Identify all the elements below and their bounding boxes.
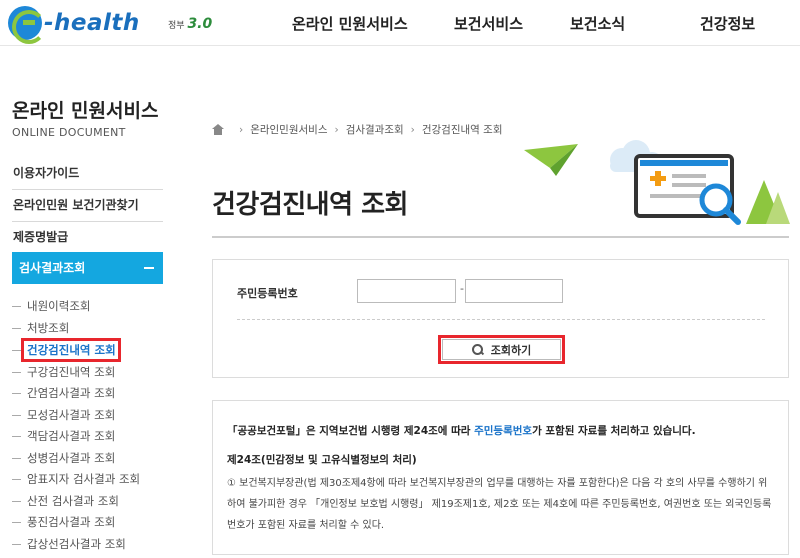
sidebar-title: 온라인 민원서비스 [12, 100, 159, 122]
sidebar-subitem-maternal[interactable]: 모성검사결과 조회 [12, 407, 115, 423]
notice-intro-post: 가 포함된 자료를 처리하고 있습니다. [532, 425, 696, 437]
notice-heading: 제24조(민감정보 및 고유식별정보의 처리) [227, 454, 417, 466]
header-illustration [524, 140, 790, 225]
subitem-label: 산전 검사결과 조회 [27, 494, 119, 508]
sidebar-item-label: 검사결과조회 [19, 261, 86, 275]
search-form: 주민등록번호 - 조회하기 [212, 259, 789, 378]
dash-icon [12, 328, 21, 329]
resident-number-separator: - [460, 282, 464, 295]
site-header: -health 정부 3.0 온라인 민원서비스 보건서비스 보건소식 건강정보 [0, 0, 800, 46]
subitem-label: 간염검사결과 조회 [27, 386, 116, 400]
sidebar-subitem-thyroid[interactable]: 갑상선검사결과 조회 [12, 536, 126, 552]
privacy-notice: 「공공보건포털」은 지역보건법 시행령 제24조에 따라 주민등록번호가 포함된… [212, 400, 789, 555]
search-button-inner: 조회하기 [442, 339, 561, 360]
page-title: 건강검진내역 조회 [212, 190, 408, 220]
title-divider [212, 236, 789, 238]
sidebar-subitem-hepatitis[interactable]: 간염검사결과 조회 [12, 385, 115, 401]
nav-health-info[interactable]: 건강정보 [700, 0, 755, 46]
dash-icon [12, 544, 21, 545]
subitem-label: 내원이력조회 [27, 299, 91, 313]
subitem-label: 갑상선검사결과 조회 [27, 537, 126, 551]
nav-online-service[interactable]: 온라인 민원서비스 [292, 0, 408, 46]
subitem-label: 구강검진내역 조회 [27, 365, 116, 379]
dash-icon [12, 458, 21, 459]
logo-text: -health [44, 10, 140, 36]
resident-number-label: 주민등록번호 [237, 287, 298, 300]
dash-icon [12, 436, 21, 437]
dash-icon [12, 393, 21, 394]
sidebar-subitem-rubella[interactable]: 풍진검사결과 조회 [12, 514, 115, 530]
breadcrumb-item[interactable]: 검사결과조회 [346, 122, 404, 137]
site-logo[interactable]: -health [8, 4, 140, 44]
g-health-logo-icon [8, 6, 46, 44]
dash-icon [12, 522, 21, 523]
dash-icon [12, 350, 21, 351]
gov-logo-mark: 3.0 [187, 16, 213, 32]
dash-icon [12, 479, 21, 480]
gov-3-0-logo: 정부 3.0 [168, 16, 212, 32]
sidebar-item-certificates[interactable]: 제증명발급 [12, 228, 163, 254]
sidebar-subitem-sputum[interactable]: 객담검사결과 조회 [12, 428, 115, 444]
resident-number-back-input[interactable] [465, 279, 563, 303]
chevron-right-icon: › [334, 123, 339, 136]
gov-logo-label: 정부 [168, 21, 185, 31]
highlight-box-sidebar [21, 338, 121, 362]
subitem-label: 풍진검사결과 조회 [27, 515, 116, 529]
search-button-label: 조회하기 [490, 343, 532, 357]
notice-intro-pre: 「공공보건포털」은 지역보건법 시행령 제24조에 따라 [227, 425, 475, 437]
dash-icon [12, 372, 21, 373]
search-icon [471, 344, 483, 355]
sidebar-item-find-facility[interactable]: 온라인민원 보건기관찾기 [12, 196, 163, 222]
breadcrumb-item-current: 건강검진내역 조회 [421, 124, 503, 136]
dash-icon [12, 306, 21, 307]
subitem-label: 객담검사결과 조회 [27, 429, 116, 443]
sidebar-item-user-guide[interactable]: 이용자가이드 [12, 164, 163, 190]
sidebar-subitem-oral-checkup[interactable]: 구강검진내역 조회 [12, 364, 115, 380]
nav-health-news[interactable]: 보건소식 [570, 0, 625, 46]
dash-icon [12, 501, 21, 502]
subitem-label: 암표지자 검사결과 조회 [27, 472, 141, 486]
chevron-right-icon: › [410, 123, 415, 136]
subitem-label: 모성검사결과 조회 [27, 408, 116, 422]
dash-icon [12, 415, 21, 416]
notice-intro: 「공공보건포털」은 지역보건법 시행령 제24조에 따라 주민등록번호가 포함된… [227, 423, 774, 438]
collapse-minus-icon [144, 267, 154, 269]
form-divider [237, 319, 765, 320]
search-button[interactable]: 조회하기 [438, 335, 565, 364]
breadcrumb-item[interactable]: 온라인민원서비스 [250, 122, 327, 137]
sidebar-subitem-std[interactable]: 성병검사결과 조회 [12, 450, 115, 466]
home-icon[interactable] [212, 124, 224, 135]
sidebar-subitem-tumor-marker[interactable]: 암표지자 검사결과 조회 [12, 471, 140, 487]
resident-number-front-input[interactable] [357, 279, 456, 303]
sidebar-subitem-prescription[interactable]: 처방조회 [12, 320, 69, 336]
sidebar-item-label: 이용자가이드 [13, 166, 80, 180]
sidebar-subtitle: ONLINE DOCUMENT [12, 126, 126, 139]
sidebar-subitem-visit-history[interactable]: 내원이력조회 [12, 298, 90, 314]
subitem-label: 성병검사결과 조회 [27, 451, 116, 465]
sidebar-item-test-results[interactable]: 검사결과조회 [12, 252, 163, 284]
notice-body: ① 보건복지부장관(법 제30조제4항에 따라 보건복지부장관의 업무를 대행하… [227, 478, 772, 531]
breadcrumb: › 온라인민원서비스 › 검사결과조회 › 건강검진내역 조회 [212, 122, 502, 137]
notice-intro-highlight: 주민등록번호 [474, 425, 533, 437]
sidebar-subitem-prenatal[interactable]: 산전 검사결과 조회 [12, 493, 119, 509]
sidebar-item-label: 제증명발급 [13, 230, 69, 244]
chevron-right-icon: › [239, 123, 244, 136]
paper-plane-icon [524, 144, 578, 168]
nav-health-service[interactable]: 보건서비스 [454, 0, 523, 46]
subitem-label: 처방조회 [27, 321, 70, 335]
sidebar-item-label: 온라인민원 보건기관찾기 [13, 198, 139, 212]
